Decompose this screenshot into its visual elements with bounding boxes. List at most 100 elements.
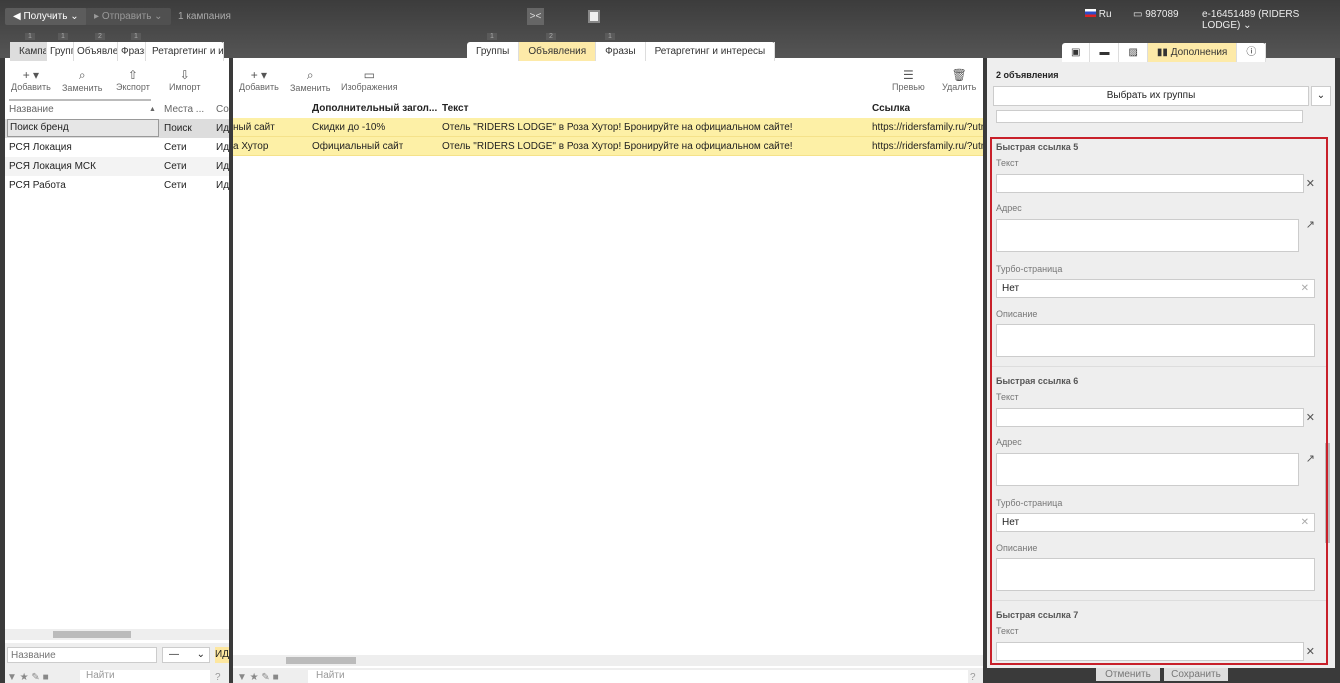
save-button[interactable]: Сохранить — [1164, 668, 1228, 681]
search-icon: ⌕ — [306, 68, 314, 82]
add-button[interactable]: + ▾ Добавить — [239, 68, 279, 92]
column-header-status[interactable]: Со — [216, 100, 229, 119]
import-label: Импорт — [169, 82, 201, 92]
ad-text: Отель "RIDERS LODGE" в Роза Хутор! Брони… — [442, 122, 793, 133]
campaign-places: Сети — [164, 142, 187, 153]
tab-card-icon[interactable]: ▬ — [1090, 43, 1120, 62]
delete-button[interactable]: 🗑 Удалить — [942, 68, 976, 92]
table-row[interactable]: РСЯ Работа Сети Иду — [5, 176, 229, 195]
tab-retargeting[interactable]: Ретаргетинг и интересы — [646, 42, 776, 61]
column-header-link[interactable]: Ссылка — [872, 99, 910, 118]
sitelink-text-input[interactable] — [996, 408, 1304, 427]
tab-image-icon[interactable]: ▨ — [1119, 43, 1148, 62]
send-button[interactable]: ▸ Отправить ⌄ — [86, 8, 171, 25]
sitelink-description-input[interactable] — [996, 558, 1315, 591]
table-row[interactable]: ный сайт Скидки до -10% Отель "RIDERS LO… — [233, 118, 983, 137]
column-header-text[interactable]: Текст — [442, 99, 469, 118]
tab-ad-icon[interactable]: ▣ — [1062, 43, 1091, 62]
replace-label: Заменить — [62, 83, 103, 93]
collapse-icon[interactable]: >< — [527, 8, 544, 25]
chevron-down-icon[interactable]: ⌄ — [1311, 86, 1331, 106]
language-switch[interactable]: Ru — [1085, 9, 1112, 20]
notes-icon[interactable] — [588, 10, 600, 23]
import-button[interactable]: ⇩ Импорт — [169, 68, 200, 92]
help-button[interactable]: ? — [970, 672, 976, 683]
help-button[interactable]: ? — [215, 672, 221, 683]
tab-ads[interactable]: Объявления — [74, 42, 118, 61]
ad-link: https://ridersfamily.ru/?utm_ — [872, 141, 983, 152]
turbo-select[interactable]: Нет ✕ — [996, 279, 1315, 298]
column-header-extra-title[interactable]: Дополнительный загол... — [312, 99, 437, 118]
ad-title: а Хутор — [233, 141, 269, 152]
campaign-name: РСЯ Локация — [9, 142, 72, 153]
campaign-places: Сети — [164, 180, 187, 191]
cancel-button[interactable]: Отменить — [1096, 668, 1160, 681]
turbo-label: Турбо-страница — [996, 264, 1063, 274]
sitelink-title: Быстрая ссылка 5 — [996, 142, 1079, 152]
replace-button[interactable]: ⌕ Заменить — [62, 68, 102, 93]
turbo-select[interactable]: Нет ✕ — [996, 513, 1315, 532]
tab-groups[interactable]: Группы — [47, 42, 74, 61]
sitelink-address-input[interactable] — [996, 453, 1299, 486]
images-button[interactable]: ▭ Изображения — [341, 68, 398, 92]
clear-icon[interactable]: ✕ — [1306, 645, 1315, 658]
export-button[interactable]: ⇧ Экспорт — [116, 68, 150, 92]
search-input[interactable]: Найти — [80, 670, 210, 683]
table-row[interactable]: а Хутор Официальный сайт Отель "RIDERS L… — [233, 137, 983, 156]
description-label: Описание — [996, 543, 1038, 553]
table-row[interactable]: РСЯ Локация Сети Иду — [5, 138, 229, 157]
external-link-icon[interactable]: ↗ — [1306, 452, 1315, 465]
send-label: Отправить — [101, 11, 152, 22]
sitelink-description-input[interactable] — [996, 324, 1315, 357]
ads-count: 2 объявления — [996, 70, 1059, 80]
tab-phrases[interactable]: Фразы — [118, 42, 146, 61]
replace-button[interactable]: ⌕ Заменить — [290, 68, 330, 93]
tab-campaigns[interactable]: Кампании — [10, 42, 47, 61]
tab-extensions[interactable]: ▮▮ Дополнения — [1147, 43, 1238, 62]
table-row[interactable]: РСЯ Локация МСК Сети Иду — [5, 157, 229, 176]
clear-icon[interactable]: ✕ — [1306, 411, 1315, 424]
select-value: — — [169, 649, 179, 660]
horizontal-scrollbar[interactable] — [5, 629, 229, 640]
textarea[interactable] — [996, 110, 1303, 123]
column-header-places[interactable]: Места ... — [164, 100, 204, 119]
trash-icon: 🗑 — [951, 68, 967, 82]
sitelink-text-input[interactable] — [996, 642, 1304, 661]
export-icon: ⇧ — [127, 68, 138, 82]
filter-icons[interactable]: ▼ ★ ✎ ■ — [237, 672, 279, 683]
tab-retargeting[interactable]: Ретаргетинг и интересы — [146, 42, 224, 61]
search-input[interactable]: Найти — [308, 670, 968, 683]
text-label: Текст — [996, 392, 1019, 402]
add-button[interactable]: + ▾ Добавить — [11, 68, 51, 92]
status-button[interactable]: ИД — [215, 647, 229, 663]
badge: 1 — [58, 33, 68, 40]
horizontal-scrollbar[interactable] — [233, 655, 983, 666]
import-icon: ⇩ — [179, 68, 190, 82]
image-icon: ▭ — [363, 68, 375, 82]
table-row[interactable]: Поиск бренд Поиск Иду — [5, 119, 229, 138]
account-label: e-16451489 (RIDERS LODGE) — [1202, 9, 1300, 31]
tab-ads[interactable]: Объявления — [519, 42, 597, 61]
tab-groups[interactable]: Группы — [467, 42, 520, 61]
sitelink-text-input[interactable] — [996, 174, 1304, 193]
sitelink-address-input[interactable] — [996, 219, 1299, 252]
get-button[interactable]: ◀ Получить ⌄ — [5, 8, 87, 25]
column-header-name[interactable]: Название — [9, 100, 54, 119]
external-link-icon[interactable]: ↗ — [1306, 218, 1315, 231]
account-menu[interactable]: e-16451489 (RIDERS LODGE) ⌄ — [1202, 9, 1340, 31]
filter-icons[interactable]: ▼ ★ ✎ ■ — [7, 672, 49, 683]
name-filter-input[interactable] — [7, 647, 157, 663]
campaign-name: Поиск бренд — [7, 119, 159, 137]
tab-phrases[interactable]: Фразы — [596, 42, 646, 61]
preview-button[interactable]: ☰ Превью — [892, 68, 925, 92]
status-select[interactable]: — ⌄ — [162, 647, 210, 663]
select-groups-button[interactable]: Выбрать их группы — [993, 86, 1309, 106]
campaign-status: Иду — [216, 180, 229, 191]
info-icon[interactable]: ⓘ — [1237, 43, 1267, 62]
campaign-count: 1 кампания — [178, 11, 231, 22]
export-label: Экспорт — [116, 82, 150, 92]
lang-label: Ru — [1098, 9, 1112, 20]
campaign-places: Сети — [164, 161, 187, 172]
clear-icon[interactable]: ✕ — [1306, 177, 1315, 190]
campaign-name: РСЯ Локация МСК — [9, 161, 96, 172]
